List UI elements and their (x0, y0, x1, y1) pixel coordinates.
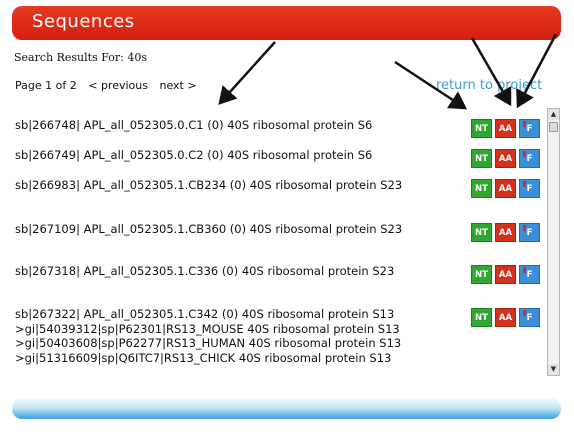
aa-button[interactable]: AA (495, 308, 516, 327)
previous-link[interactable]: < previous (88, 79, 148, 92)
pin-icon (523, 121, 526, 127)
list-item: sb|266749| APL_all_052305.0.C2 (0) 40S r… (15, 148, 545, 168)
sequence-description: sb|267322| APL_all_052305.1.C342 (0) 40S… (15, 307, 402, 365)
nt-button[interactable]: NT (471, 223, 492, 242)
pin-icon (523, 151, 526, 157)
sequence-description: sb|266983| APL_all_052305.1.CB234 (0) 40… (15, 178, 403, 192)
page-title: Sequences (32, 11, 135, 32)
aa-button[interactable]: AA (495, 149, 516, 168)
sequence-description: sb|267318| APL_all_052305.1.C336 (0) 40S… (15, 264, 395, 278)
search-results-label: Search Results For: 40s (14, 51, 147, 64)
f-button[interactable]: F (519, 265, 540, 284)
nt-button[interactable]: NT (471, 265, 492, 284)
list-item: sb|266983| APL_all_052305.1.CB234 (0) 40… (15, 178, 545, 198)
pin-icon (523, 225, 526, 231)
arrow-to-aa-button (470, 37, 512, 107)
aa-button[interactable]: AA (495, 265, 516, 284)
aa-button[interactable]: AA (495, 119, 516, 138)
list-item: sb|267322| APL_all_052305.1.C342 (0) 40S… (15, 307, 545, 365)
f-button[interactable]: F (519, 223, 540, 242)
nt-button[interactable]: NT (471, 179, 492, 198)
pin-icon (523, 310, 526, 316)
sequence-description: sb|266748| APL_all_052305.0.C1 (0) 40S r… (15, 118, 373, 132)
pagination: Page 1 of 2 < previous next > (15, 79, 205, 92)
scroll-down-icon[interactable]: ▼ (548, 364, 559, 375)
header-bar: Sequences (12, 6, 561, 40)
sequence-description: sb|267109| APL_all_052305.1.CB360 (0) 40… (15, 222, 403, 236)
list-item: sb|266748| APL_all_052305.0.C1 (0) 40S r… (15, 118, 545, 138)
nt-button[interactable]: NT (471, 119, 492, 138)
pin-icon (523, 267, 526, 273)
next-link[interactable]: next > (159, 79, 196, 92)
footer-bar (12, 398, 561, 419)
f-button[interactable]: F (519, 308, 540, 327)
nt-button[interactable]: NT (471, 308, 492, 327)
return-to-project-link[interactable]: return to project (436, 78, 542, 93)
arrow-to-f-button (516, 33, 558, 109)
nt-button[interactable]: NT (471, 149, 492, 168)
scroll-thumb[interactable] (549, 122, 558, 132)
f-button[interactable]: F (519, 179, 540, 198)
aa-button[interactable]: AA (495, 223, 516, 242)
aa-button[interactable]: AA (495, 179, 516, 198)
sequence-description: sb|266749| APL_all_052305.0.C2 (0) 40S r… (15, 148, 373, 162)
f-button[interactable]: F (519, 119, 540, 138)
list-item: sb|267109| APL_all_052305.1.CB360 (0) 40… (15, 222, 545, 242)
scroll-up-icon[interactable]: ▲ (548, 109, 559, 120)
page-indicator: Page 1 of 2 (15, 79, 77, 92)
pin-icon (523, 181, 526, 187)
results-scrollbar[interactable]: ▲ ▼ (547, 108, 560, 376)
results-list: sb|266748| APL_all_052305.0.C1 (0) 40S r… (8, 108, 546, 376)
f-button[interactable]: F (519, 149, 540, 168)
list-item: sb|267318| APL_all_052305.1.C336 (0) 40S… (15, 264, 545, 284)
arrow-to-description (218, 41, 276, 105)
